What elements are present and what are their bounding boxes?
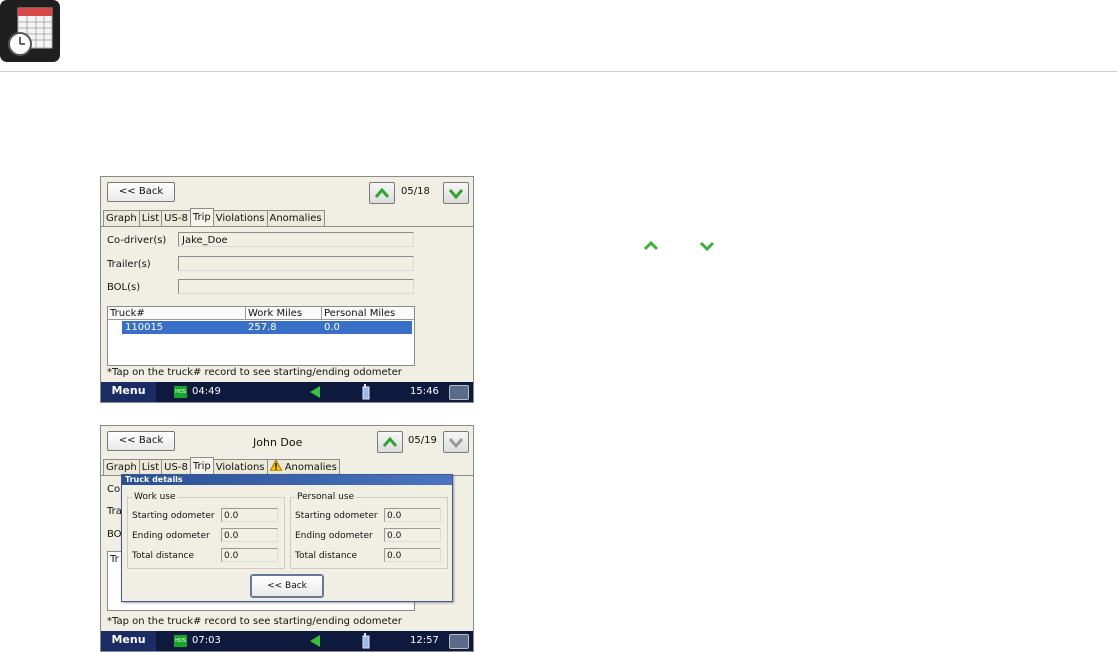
hint-text: *Tap on the truck# record to see startin… [107, 616, 402, 627]
clock-time: 12:57 [410, 635, 439, 646]
screenshot-trip-list: << Back 05/18 Graph List US-8 Trip Viola… [100, 176, 474, 403]
work-starting-label: Starting odometer [132, 511, 215, 521]
dialog-back-button[interactable]: << Back [250, 574, 324, 598]
menu-button[interactable]: Menu [101, 382, 156, 402]
calendar-clock-icon [0, 0, 60, 62]
keyboard-icon[interactable] [449, 385, 469, 400]
personal-starting-field[interactable]: 0.0 [384, 508, 441, 522]
personal-total-label: Total distance [295, 551, 358, 561]
arrow-down-icon [697, 238, 717, 252]
column-header-truck[interactable]: Truck# [108, 307, 246, 320]
back-button[interactable]: << Back [107, 182, 175, 202]
tab-bar: Graph List US-8 Trip Violations Anomalie… [103, 208, 325, 226]
codriver-label: Co-driver(s) [107, 235, 167, 246]
personal-use-group: Personal use Starting odometer 0.0 Endin… [290, 492, 448, 569]
clock-time: 15:46 [410, 386, 439, 397]
personal-total-field[interactable]: 0.0 [384, 548, 441, 562]
personal-miles: 0.0 [324, 322, 340, 333]
warning-icon [268, 458, 283, 472]
tab-list[interactable]: List [138, 459, 163, 475]
truck-table: Truck# Work Miles Personal Miles 110015 … [107, 306, 415, 366]
menu-button[interactable]: Menu [101, 631, 156, 651]
driver-name: John Doe [253, 436, 303, 449]
signal-icon[interactable] [309, 385, 321, 402]
hos-time: 07:03 [192, 635, 221, 646]
column-header-work-miles[interactable]: Work Miles [246, 307, 322, 320]
tab-anomalies[interactable]: Anomalies [266, 210, 325, 226]
screenshot-truck-details: << Back John Doe 05/19 Graph List US-8 T… [100, 425, 474, 652]
hos-badge[interactable]: HOS [174, 635, 187, 647]
phone-icon[interactable] [361, 633, 371, 651]
work-miles: 257.8 [248, 322, 277, 333]
tab-divider [101, 226, 473, 227]
keyboard-icon[interactable] [449, 634, 469, 649]
tab-graph[interactable]: Graph [103, 459, 140, 475]
dialog-title: Truck details [122, 475, 452, 485]
personal-ending-field[interactable]: 0.0 [384, 528, 441, 542]
hos-time: 04:49 [192, 386, 221, 397]
codriver-field[interactable]: Jake_Doe [178, 232, 414, 247]
bol-label-partial: BO [107, 529, 122, 540]
arrow-up-icon [641, 238, 661, 252]
arrow-up-icon [374, 187, 390, 198]
table-row[interactable]: 110015 257.8 0.0 [122, 321, 412, 334]
trailer-field[interactable] [178, 256, 414, 271]
work-total-field[interactable]: 0.0 [221, 548, 278, 562]
tab-trip[interactable]: Trip [189, 208, 214, 226]
arrow-down-icon [448, 189, 464, 200]
tab-us8[interactable]: US-8 [161, 459, 191, 475]
personal-starting-label: Starting odometer [295, 511, 378, 521]
column-header-personal-miles[interactable]: Personal Miles [322, 307, 414, 320]
work-use-label: Work use [132, 492, 178, 502]
tab-violations[interactable]: Violations [212, 459, 268, 475]
arrow-up-icon [382, 436, 398, 447]
back-button[interactable]: << Back [107, 431, 175, 451]
tab-anomalies-label: Anomalies [284, 462, 337, 473]
tab-violations[interactable]: Violations [212, 210, 268, 226]
bol-label: BOL(s) [107, 282, 141, 293]
truck-number: 110015 [125, 322, 164, 333]
tab-graph[interactable]: Graph [103, 210, 140, 226]
work-ending-label: Ending odometer [132, 531, 210, 541]
truck-header-partial: Tr [110, 554, 119, 565]
tab-anomalies[interactable]: Anomalies [266, 458, 340, 475]
header-divider [0, 71, 1117, 72]
signal-icon[interactable] [309, 634, 321, 651]
previous-day-button[interactable] [377, 431, 403, 453]
taskbar: Menu HOS 04:49 15:46 [101, 382, 473, 402]
work-ending-field[interactable]: 0.0 [221, 528, 278, 542]
day-counter: 05/19 [408, 435, 437, 446]
next-day-button[interactable] [443, 182, 469, 204]
hint-text: *Tap on the truck# record to see startin… [107, 367, 402, 378]
truck-details-dialog: Truck details Work use Starting odometer… [121, 474, 453, 602]
work-use-group: Work use Starting odometer 0.0 Ending od… [127, 492, 285, 569]
tab-bar: Graph List US-8 Trip Violations Anomalie… [103, 457, 340, 475]
bol-field[interactable] [178, 279, 414, 294]
codriver-label-partial: Co [107, 484, 121, 495]
day-counter: 05/18 [401, 186, 430, 197]
taskbar: Menu HOS 07:03 12:57 [101, 631, 473, 651]
personal-ending-label: Ending odometer [295, 531, 373, 541]
previous-day-button[interactable] [369, 182, 395, 204]
arrow-down-icon [448, 438, 464, 449]
next-day-button[interactable] [443, 431, 469, 453]
personal-use-label: Personal use [295, 492, 357, 502]
trailer-label: Trailer(s) [107, 259, 151, 270]
tab-us8[interactable]: US-8 [161, 210, 191, 226]
tab-list[interactable]: List [138, 210, 163, 226]
tab-trip[interactable]: Trip [189, 457, 214, 475]
work-total-label: Total distance [132, 551, 195, 561]
hos-badge[interactable]: HOS [174, 386, 187, 398]
phone-icon[interactable] [361, 384, 371, 402]
work-starting-field[interactable]: 0.0 [221, 508, 278, 522]
trailer-label-partial: Tra [107, 506, 122, 517]
